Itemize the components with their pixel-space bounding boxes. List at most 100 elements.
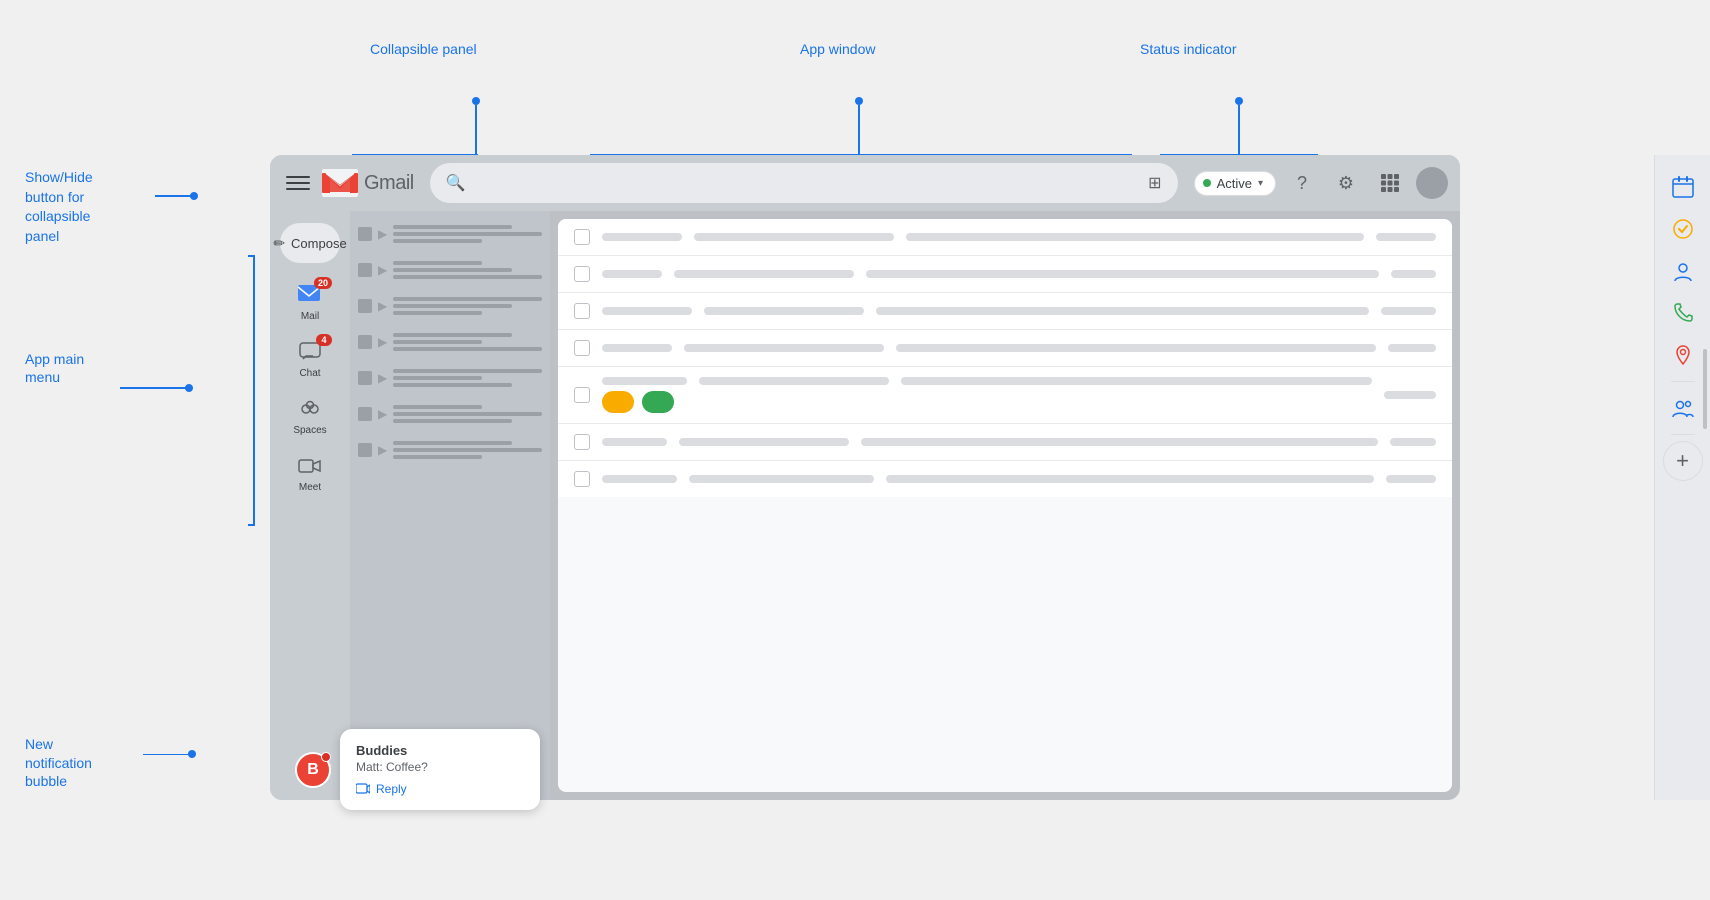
tasks-app-button[interactable] <box>1663 209 1703 249</box>
email-checkbox[interactable] <box>574 471 590 487</box>
email-line-3 <box>393 275 542 279</box>
email-panel-row[interactable]: ▶ <box>354 291 546 321</box>
help-button[interactable]: ? <box>1284 165 1320 201</box>
calendar-app-button[interactable] <box>1663 167 1703 207</box>
notification-title: Buddies <box>356 743 524 758</box>
email-date <box>1390 438 1436 446</box>
email-line-3 <box>393 419 512 423</box>
plus-icon: + <box>1676 448 1689 474</box>
grid-icon <box>1381 174 1399 192</box>
email-line-2 <box>393 448 542 452</box>
annotation-app-menu-bracket-t <box>248 255 255 257</box>
email-checkbox[interactable] <box>574 340 590 356</box>
preview-bar <box>866 270 1379 278</box>
email-checkbox[interactable] <box>574 387 590 403</box>
email-line-1 <box>393 405 482 409</box>
email-line-group <box>393 333 542 351</box>
chat-badge: 4 <box>316 334 332 346</box>
search-icon: 🔍 <box>446 173 466 193</box>
email-line-3 <box>393 347 542 351</box>
email-checkbox[interactable] <box>574 434 590 450</box>
email-panel-row[interactable]: ▶ <box>354 219 546 249</box>
compose-button[interactable]: ✏ Compose <box>280 223 340 263</box>
preview-bar <box>906 233 1364 241</box>
email-line-group <box>393 441 542 459</box>
email-line-1 <box>393 369 542 373</box>
checkbox[interactable] <box>358 371 372 385</box>
people-icon <box>1672 397 1694 419</box>
star-icon[interactable]: ▶ <box>378 407 387 421</box>
notification-reply-button[interactable]: Reply <box>356 782 524 796</box>
checkbox[interactable] <box>358 407 372 421</box>
star-icon[interactable]: ▶ <box>378 299 387 313</box>
sidebar-item-spaces[interactable]: Spaces <box>278 389 342 442</box>
email-panel-row[interactable]: ▶ <box>354 435 546 465</box>
email-line-group <box>393 405 542 423</box>
contacts-app-button[interactable] <box>1663 251 1703 291</box>
sidebar-item-mail[interactable]: 20 Mail <box>278 275 342 328</box>
email-item[interactable] <box>558 461 1452 497</box>
sender-bar <box>602 344 672 352</box>
email-item-top <box>602 270 1379 278</box>
yellow-tag <box>602 391 634 413</box>
spaces-icon-wrap <box>292 395 328 423</box>
sender-bar <box>602 270 662 278</box>
email-date <box>1386 475 1436 483</box>
status-button[interactable]: Active ▾ <box>1194 171 1276 196</box>
compose-label: Compose <box>291 236 347 251</box>
star-icon[interactable]: ▶ <box>378 335 387 349</box>
email-item[interactable] <box>558 330 1452 367</box>
email-panel-row[interactable]: ▶ <box>354 363 546 393</box>
annotation-app-menu-bracket <box>253 255 255 525</box>
star-icon[interactable]: ▶ <box>378 227 387 241</box>
sidebar-item-chat[interactable]: 4 Chat <box>278 332 342 385</box>
settings-button[interactable]: ⚙ <box>1328 165 1364 201</box>
maps-icon <box>1672 344 1694 366</box>
star-icon[interactable]: ▶ <box>378 443 387 457</box>
add-app-button[interactable]: + <box>1663 441 1703 481</box>
email-checkbox[interactable] <box>574 303 590 319</box>
star-icon[interactable]: ▶ <box>378 263 387 277</box>
star-icon[interactable]: ▶ <box>378 371 387 385</box>
email-item-top <box>602 307 1369 315</box>
sidebar-item-meet[interactable]: Meet <box>278 446 342 499</box>
checkbox[interactable] <box>358 227 372 241</box>
annotation-collapsible-panel: Collapsible panel <box>370 40 477 58</box>
checkbox[interactable] <box>358 335 372 349</box>
checkbox[interactable] <box>358 299 372 313</box>
menu-button[interactable] <box>282 167 314 199</box>
checkbox[interactable] <box>358 263 372 277</box>
apps-button[interactable] <box>1372 165 1408 201</box>
gmail-window: Gmail 🔍 ⊞ Active ▾ ? ⚙ <box>270 155 1460 800</box>
email-item[interactable] <box>558 424 1452 461</box>
email-line-1 <box>393 261 482 265</box>
email-item[interactable] <box>558 256 1452 293</box>
email-line-2 <box>393 268 512 272</box>
chevron-down-icon: ▾ <box>1258 178 1263 189</box>
email-item-content <box>602 438 1378 446</box>
scrollbar-thumb[interactable] <box>1703 349 1707 429</box>
maps-app-button[interactable] <box>1663 335 1703 375</box>
email-panel-row[interactable]: ▶ <box>354 399 546 429</box>
email-item-with-tags[interactable] <box>558 367 1452 424</box>
email-item[interactable] <box>558 293 1452 330</box>
checkbox[interactable] <box>358 443 372 457</box>
subject-bar <box>674 270 854 278</box>
email-checkbox[interactable] <box>574 229 590 245</box>
people-app-button[interactable] <box>1663 388 1703 428</box>
annotation-status-dot <box>1235 97 1243 105</box>
email-item-top <box>602 344 1376 352</box>
email-checkbox[interactable] <box>574 266 590 282</box>
email-item[interactable] <box>558 219 1452 256</box>
email-date <box>1381 307 1436 315</box>
email-panel-row[interactable]: ▶ <box>354 327 546 357</box>
user-avatar[interactable] <box>1416 167 1448 199</box>
preview-bar <box>876 307 1369 315</box>
phone-app-button[interactable] <box>1663 293 1703 333</box>
email-line-3 <box>393 383 512 387</box>
search-bar[interactable]: 🔍 ⊞ <box>430 163 1178 203</box>
sender-bar <box>602 307 692 315</box>
notification-avatar[interactable]: B <box>295 752 331 788</box>
annotation-collapsible-panel-line <box>475 105 477 157</box>
email-panel-row[interactable]: ▶ <box>354 255 546 285</box>
